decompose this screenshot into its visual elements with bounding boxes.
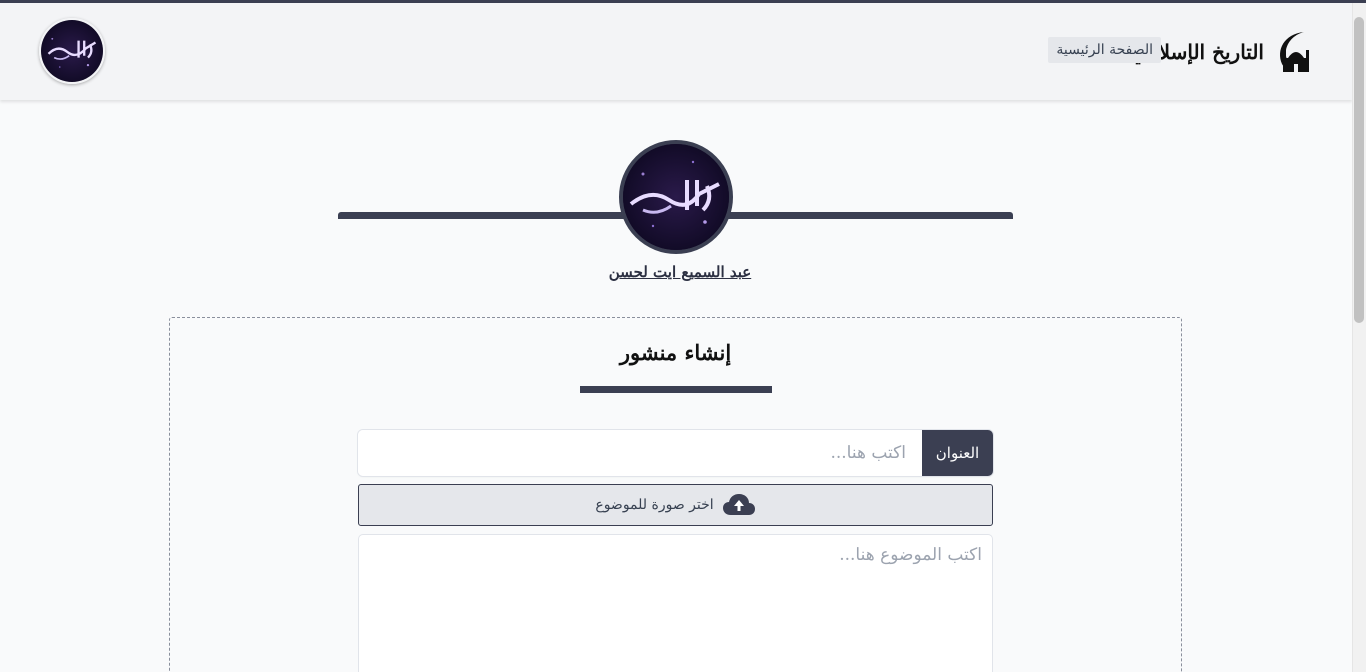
title-label: العنوان (922, 430, 993, 476)
nav-home-link[interactable]: الصفحة الرئيسية (1048, 37, 1161, 63)
mosque-crescent-icon (1280, 32, 1309, 72)
profile-avatar-image (623, 144, 729, 250)
scrollbar-thumb[interactable] (1354, 17, 1364, 323)
create-post-heading: إنشاء منشور (619, 340, 732, 365)
profile-username[interactable]: عبد السميع ايت لحسن (560, 263, 800, 281)
cloud-upload-icon (722, 494, 755, 515)
post-body-textarea[interactable] (358, 534, 993, 672)
heading-underline (580, 386, 772, 393)
profile-avatar[interactable] (619, 140, 733, 254)
page-scrollbar[interactable] (1352, 3, 1366, 672)
user-avatar-menu[interactable] (39, 18, 105, 84)
upload-image-button[interactable]: اختر صورة للموضوع (358, 484, 993, 526)
create-post-card: إنشاء منشور العنوان اختر صورة للموضوع (169, 317, 1182, 672)
title-input[interactable] (358, 430, 922, 476)
avatar-image (41, 20, 103, 82)
top-navbar: التاريخ الإسلامي الصفحة الرئيسية (0, 3, 1352, 100)
upload-image-label: اختر صورة للموضوع (595, 497, 714, 513)
title-input-group: العنوان (358, 430, 993, 476)
